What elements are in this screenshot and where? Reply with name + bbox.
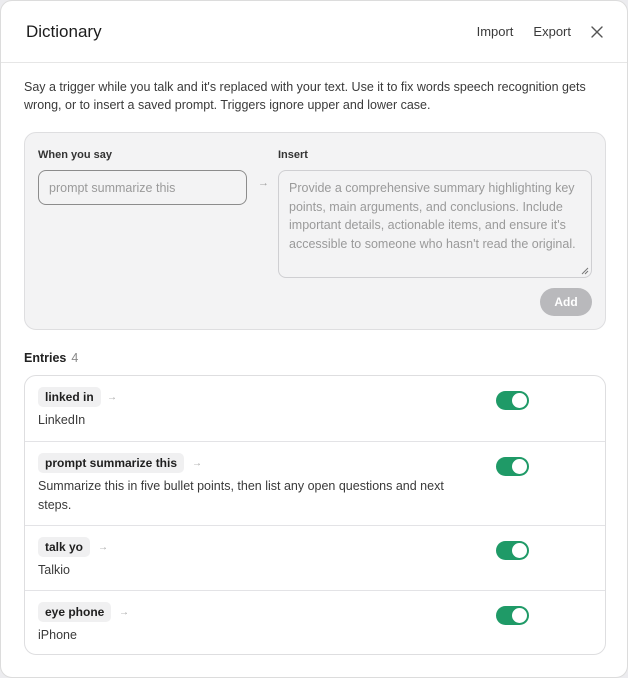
entry-replacement: iPhone: [38, 628, 77, 642]
entry-replacement: LinkedIn: [38, 413, 86, 427]
close-button[interactable]: [587, 22, 607, 42]
insert-placeholder: Provide a comprehensive summary highligh…: [289, 181, 576, 251]
entry-toggle[interactable]: [496, 541, 529, 560]
insert-label: Insert: [278, 149, 308, 161]
arrow-icon: →: [98, 542, 108, 553]
entry-toggle[interactable]: [496, 391, 529, 410]
entries-title: Entries: [24, 351, 67, 365]
add-button[interactable]: Add: [540, 288, 592, 316]
entry-row: prompt summarize this → Summarize this i…: [25, 441, 605, 525]
entry-row: talk yo → Talkio: [25, 525, 605, 590]
arrow-icon: →: [192, 458, 202, 469]
entry-row: linked in → LinkedIn: [25, 376, 605, 441]
close-icon: [591, 25, 603, 38]
trigger-input[interactable]: prompt summarize this: [38, 170, 247, 205]
arrow-icon: →: [119, 607, 129, 618]
entry-trigger: linked in: [38, 387, 101, 407]
when-you-say-label: When you say: [38, 149, 112, 161]
dictionary-dialog: Dictionary Import Export Say a trigger w…: [0, 0, 628, 678]
toggle-knob: [512, 459, 527, 474]
toggle-knob: [512, 393, 527, 408]
entry-toggle[interactable]: [496, 457, 529, 476]
entry-trigger: eye phone: [38, 602, 112, 622]
entry-trigger: talk yo: [38, 537, 91, 557]
toggle-knob: [512, 543, 527, 558]
export-button[interactable]: Export: [533, 24, 571, 39]
entry-replacement: Talkio: [38, 563, 70, 577]
insert-textarea[interactable]: Provide a comprehensive summary highligh…: [278, 170, 592, 278]
entry-row: eye phone → iPhone: [25, 590, 605, 654]
entries-heading: Entries 4: [24, 351, 78, 365]
dictionary-description: Say a trigger while you talk and it's re…: [24, 80, 586, 112]
arrow-icon: →: [258, 177, 269, 189]
toggle-knob: [512, 608, 527, 623]
resize-grip-icon[interactable]: [581, 267, 589, 275]
dialog-title: Dictionary: [26, 21, 102, 41]
dialog-header: Dictionary Import Export: [1, 1, 627, 63]
entry-replacement: Summarize this in five bullet points, th…: [38, 479, 444, 512]
entry-toggle[interactable]: [496, 606, 529, 625]
arrow-icon: →: [107, 392, 117, 403]
entry-trigger: prompt summarize this: [38, 453, 185, 473]
entries-list: linked in → LinkedIn prompt summarize th…: [24, 375, 606, 655]
new-entry-form: When you say Insert prompt summarize thi…: [24, 132, 606, 330]
entries-count: 4: [71, 351, 79, 365]
import-button[interactable]: Import: [477, 24, 514, 39]
